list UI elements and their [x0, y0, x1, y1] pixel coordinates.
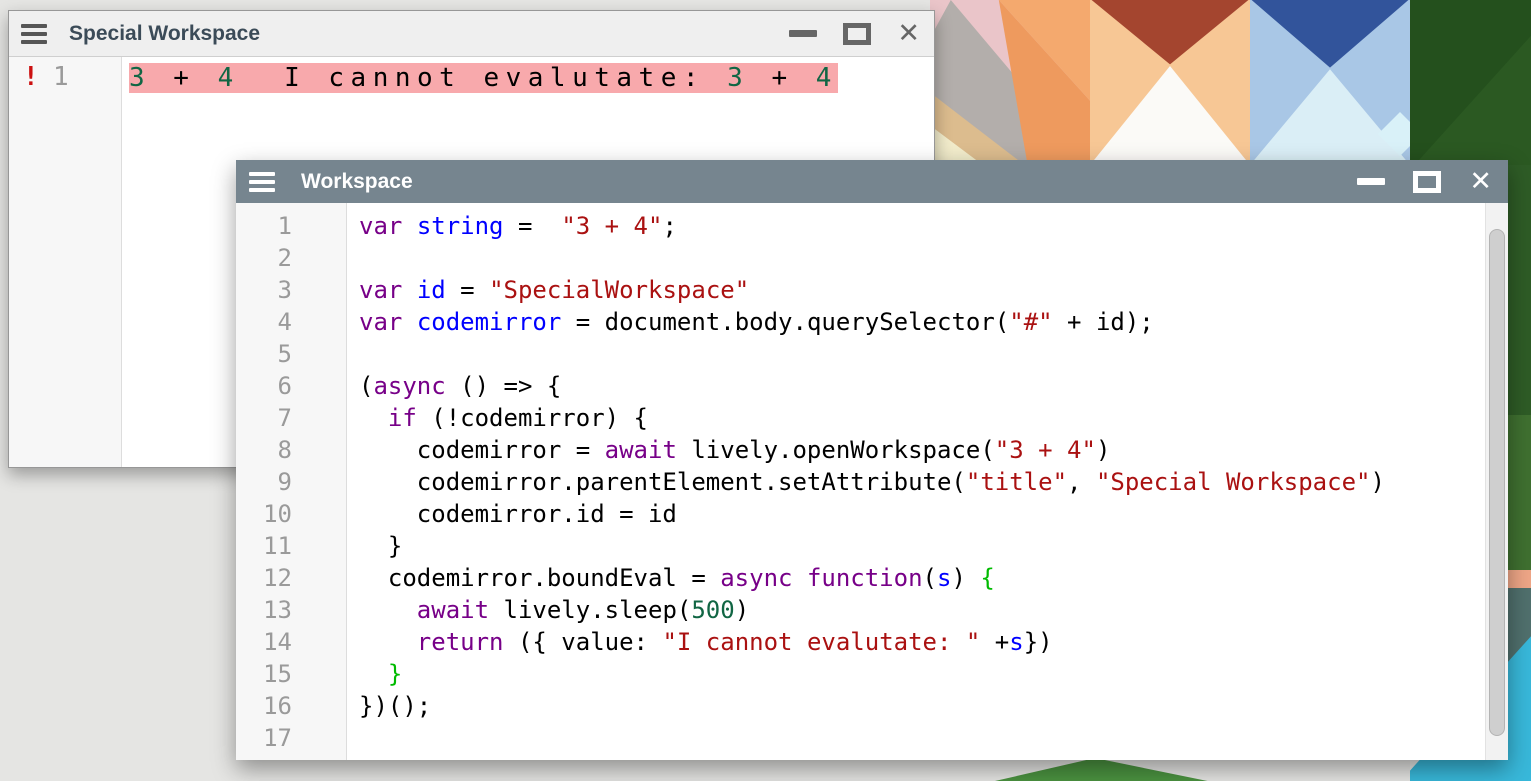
code-line[interactable]: codemirror = await lively.openWorkspace(…	[359, 434, 1482, 466]
code-line[interactable]: codemirror.id = id	[359, 498, 1482, 530]
code-line[interactable]: (async () => {	[359, 370, 1482, 402]
line-number: 7	[236, 402, 346, 434]
line-number: 3	[236, 274, 346, 306]
desktop: { "wallpaper": { "left_color": "#e5e5e3"…	[0, 0, 1531, 781]
code-line[interactable]	[359, 722, 1482, 754]
minimize-icon	[789, 30, 817, 37]
minimize-button[interactable]	[1357, 178, 1385, 185]
line-number: 8	[236, 434, 346, 466]
window-title: Workspace	[301, 170, 413, 194]
maximize-icon	[843, 23, 871, 45]
maximize-icon	[1413, 171, 1441, 193]
line-number: 10	[236, 498, 346, 530]
line-number: 1	[53, 57, 69, 95]
code-line[interactable]: return ({ value: "I cannot evalutate: " …	[359, 626, 1482, 658]
code-line[interactable]	[359, 338, 1482, 370]
window-title: Special Workspace	[69, 22, 260, 46]
eval-result-highlight: 3 + 4 I cannot evalutate: 3 + 4	[129, 63, 838, 93]
code-line[interactable]: }	[359, 530, 1482, 562]
code-line[interactable]	[359, 242, 1482, 274]
code-line[interactable]: codemirror.boundEval = async function(s)…	[359, 562, 1482, 594]
hamburger-menu-icon[interactable]	[21, 24, 47, 44]
line-number: 11	[236, 530, 346, 562]
line-number: 12	[236, 562, 346, 594]
editor-gutter: ! 1	[9, 57, 122, 467]
line-number: 9	[236, 466, 346, 498]
code-line[interactable]: 3 + 4 I cannot evalutate: 3 + 4	[129, 59, 934, 97]
line-number: 2	[236, 242, 346, 274]
workspace-window: Workspace ✕ 1234567891011121314151617 va…	[236, 160, 1508, 760]
code-line[interactable]: }	[359, 658, 1482, 690]
code-line[interactable]: var id = "SpecialWorkspace"	[359, 274, 1482, 306]
vertical-scrollbar[interactable]	[1485, 203, 1508, 760]
error-marker: !	[23, 57, 53, 95]
close-button[interactable]: ✕	[1469, 168, 1492, 195]
code-line[interactable]: })();	[359, 690, 1482, 722]
line-number: 14	[236, 626, 346, 658]
code-line[interactable]: codemirror.parentElement.setAttribute("t…	[359, 466, 1482, 498]
code-editor[interactable]: var string = "3 + 4"; var id = "SpecialW…	[347, 203, 1508, 760]
line-number: 15	[236, 658, 346, 690]
maximize-button[interactable]	[1413, 171, 1441, 193]
workspace-titlebar[interactable]: Workspace ✕	[236, 160, 1508, 203]
close-button[interactable]: ✕	[897, 20, 920, 47]
line-number: 6	[236, 370, 346, 402]
line-number: 17	[236, 722, 346, 754]
line-number: 5	[236, 338, 346, 370]
line-number: 16	[236, 690, 346, 722]
code-line[interactable]: var codemirror = document.body.querySele…	[359, 306, 1482, 338]
scrollbar-thumb[interactable]	[1489, 229, 1505, 736]
maximize-button[interactable]	[843, 23, 871, 45]
line-number: 13	[236, 594, 346, 626]
minimize-icon	[1357, 178, 1385, 185]
special-workspace-titlebar[interactable]: Special Workspace ✕	[9, 11, 934, 57]
code-line[interactable]: if (!codemirror) {	[359, 402, 1482, 434]
hamburger-menu-icon[interactable]	[249, 172, 275, 192]
line-number: 1	[236, 210, 346, 242]
line-number: 4	[236, 306, 346, 338]
code-line[interactable]: await lively.sleep(500)	[359, 594, 1482, 626]
minimize-button[interactable]	[789, 30, 817, 37]
code-line[interactable]: var string = "3 + 4";	[359, 210, 1482, 242]
editor-gutter: 1234567891011121314151617	[236, 203, 347, 760]
